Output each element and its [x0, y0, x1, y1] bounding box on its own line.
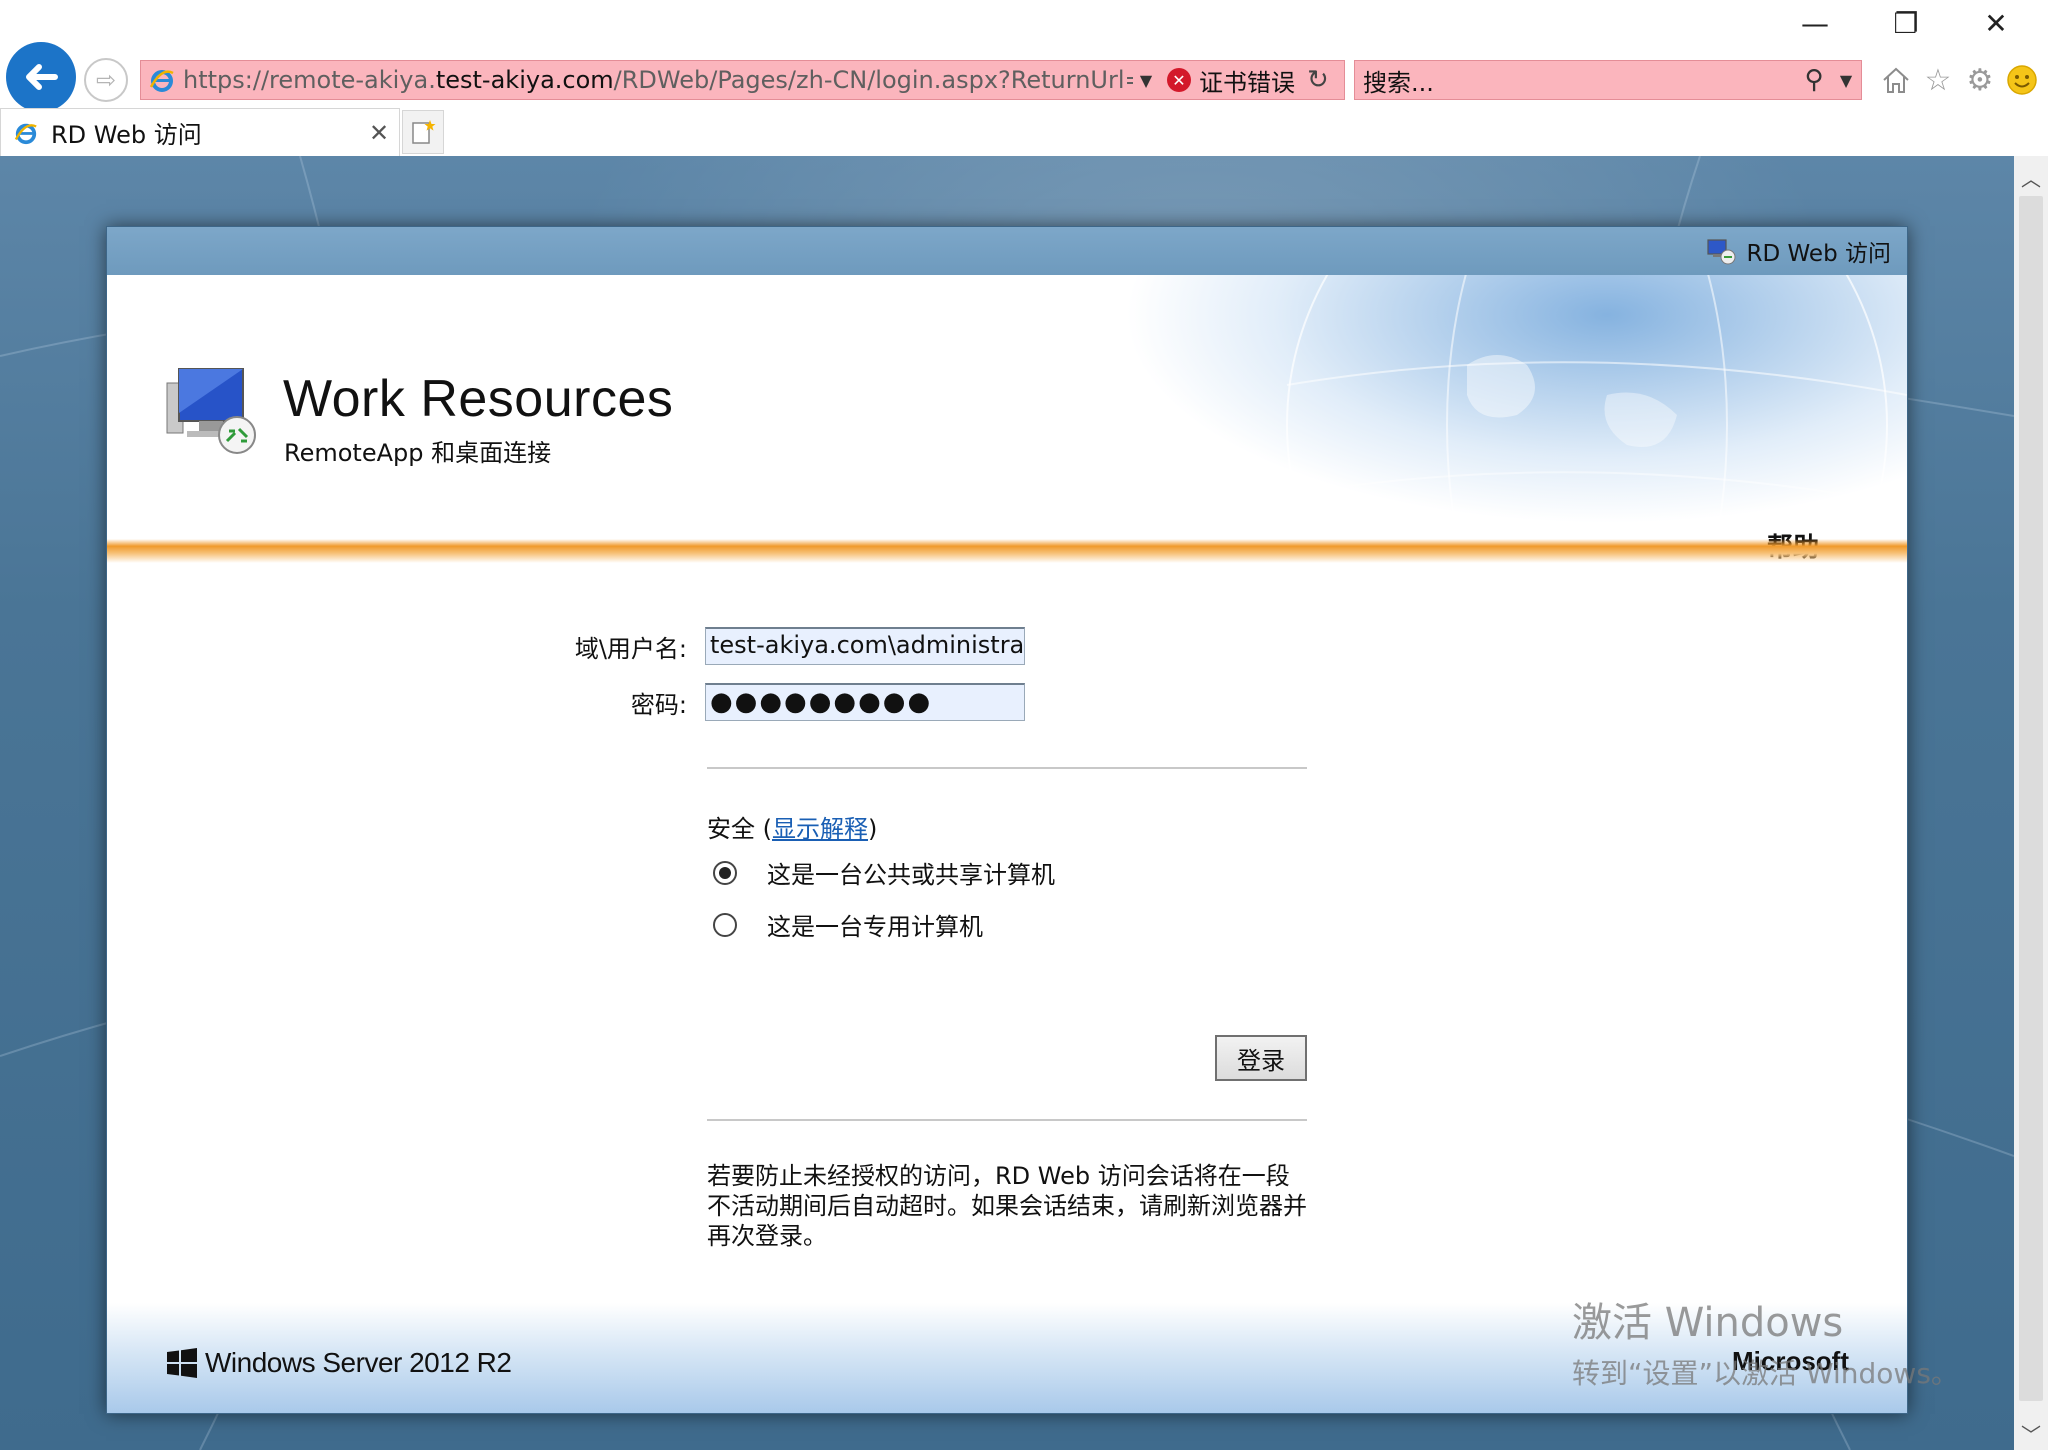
password-row: 密码: ●●●●●●●●● [497, 683, 1025, 721]
forward-arrow-icon: ⇨ [95, 66, 117, 94]
remoteapp-logo-icon [165, 363, 265, 463]
close-window-button[interactable]: ✕ [1966, 4, 2026, 42]
username-input[interactable]: test-akiya.com\administrator [705, 627, 1025, 665]
new-tab-icon [412, 120, 436, 144]
url-text[interactable]: https://remote-akiya.test-akiya.com/RDWe… [183, 66, 1133, 94]
radio-button-unselected[interactable] [713, 912, 737, 937]
os-name: Windows Server 2012 R2 [205, 1347, 512, 1378]
minimize-button[interactable]: — [1785, 4, 1845, 42]
scroll-up-arrow-icon[interactable]: ︿ [2014, 160, 2048, 194]
back-arrow-icon [26, 64, 58, 90]
back-button[interactable] [6, 42, 76, 112]
app-subtitle: RemoteApp 和桌面连接 [284, 439, 552, 467]
search-dropdown-icon[interactable]: ▼ [1831, 71, 1861, 90]
radio-private-computer[interactable]: 这是一台专用计算机 [713, 907, 983, 942]
certificate-error-label[interactable]: 证书错误 [1199, 63, 1295, 98]
show-explanation-link[interactable]: 显示解释 [772, 815, 868, 843]
radio-dot [719, 866, 731, 879]
ie-tab-icon [11, 118, 41, 148]
password-input[interactable]: ●●●●●●●●● [705, 683, 1025, 721]
radio-public-computer[interactable]: 这是一台公共或共享计算机 [713, 855, 1055, 890]
new-tab-button[interactable] [402, 110, 444, 154]
password-label: 密码: [630, 690, 687, 719]
page-viewport: RD Web 访问 Work Resources RemoteApp 和桌面连接… [0, 156, 2014, 1450]
username-label: 域\用户名: [574, 634, 687, 663]
certificate-error-icon[interactable]: ✕ [1167, 68, 1191, 92]
tab-rd-web-access[interactable]: RD Web 访问 ✕ [0, 108, 400, 156]
login-button[interactable]: 登录 [1215, 1035, 1307, 1081]
windows-server-logo: Windows Server 2012 R2 [167, 1347, 512, 1379]
restore-button[interactable]: ❐ [1876, 4, 1936, 42]
smiley-feedback-icon[interactable] [2004, 62, 2040, 98]
home-icon[interactable] [1878, 62, 1914, 98]
form-divider-bottom [707, 1119, 1307, 1121]
url-suffix: /RDWeb/Pages/zh-CN/login.aspx?ReturnUrl=… [613, 66, 1133, 94]
orange-divider [107, 539, 1907, 563]
scrollbar-thumb[interactable] [2019, 196, 2043, 1401]
favorites-star-icon[interactable]: ☆ [1920, 62, 1956, 98]
vertical-scrollbar[interactable]: ︿ ﹀ [2014, 156, 2048, 1450]
search-icon[interactable]: ⚲ [1797, 65, 1831, 95]
url-domain: test-akiya.com [435, 66, 614, 94]
session-timeout-notice: 若要防止未经授权的访问，RD Web 访问会话将在一段不活动期间后自动超时。如果… [707, 1162, 1307, 1250]
form-divider-top [707, 767, 1307, 769]
close-tab-icon[interactable]: ✕ [369, 119, 399, 147]
url-prefix: https://remote-akiya. [183, 66, 436, 94]
panel-header-label: RD Web 访问 [1746, 241, 1891, 267]
address-bar[interactable]: https://remote-akiya.test-akiya.com/RDWe… [140, 60, 1345, 100]
app-title: Work Resources [283, 370, 674, 428]
watermark-line-1: 激活 Windows [1572, 1300, 1844, 1346]
security-label: 安全 (显示解释) [707, 809, 877, 844]
windows-activation-watermark: 激活 Windows 转到“设置”以激活 Windows。 [1572, 1290, 1959, 1392]
radio-button-selected[interactable] [713, 860, 737, 885]
panel-header-bar: RD Web 访问 [107, 227, 1907, 275]
scroll-down-arrow-icon[interactable]: ﹀ [2014, 1416, 2048, 1450]
security-label-suffix: ) [868, 815, 878, 843]
search-bar[interactable]: 搜索... ⚲ ▼ [1354, 60, 1862, 100]
tab-title: RD Web 访问 [51, 121, 202, 149]
forward-button[interactable]: ⇨ [84, 58, 128, 102]
radio-label-private[interactable]: 这是一台专用计算机 [767, 907, 983, 942]
browser-chrome: — ❐ ✕ ⇨ https://remote-akiya.test-akiya.… [0, 0, 2048, 156]
refresh-icon[interactable]: ↻ [1307, 65, 1329, 95]
security-label-prefix: 安全 ( [707, 815, 772, 843]
address-dropdown-icon[interactable]: ▼ [1133, 71, 1159, 90]
settings-gear-icon[interactable]: ⚙ [1962, 62, 1998, 98]
watermark-line-2: 转到“设置”以激活 Windows。 [1572, 1357, 1959, 1390]
radio-label-public[interactable]: 这是一台公共或共享计算机 [767, 855, 1055, 890]
ie-page-icon [147, 65, 177, 95]
windows-logo-icon [167, 1348, 197, 1378]
rd-web-panel: RD Web 访问 Work Resources RemoteApp 和桌面连接… [106, 226, 1908, 1414]
username-row: 域\用户名: test-akiya.com\administrator [497, 627, 1025, 665]
rd-web-small-icon [1706, 238, 1737, 265]
search-input[interactable]: 搜索... [1363, 63, 1797, 98]
